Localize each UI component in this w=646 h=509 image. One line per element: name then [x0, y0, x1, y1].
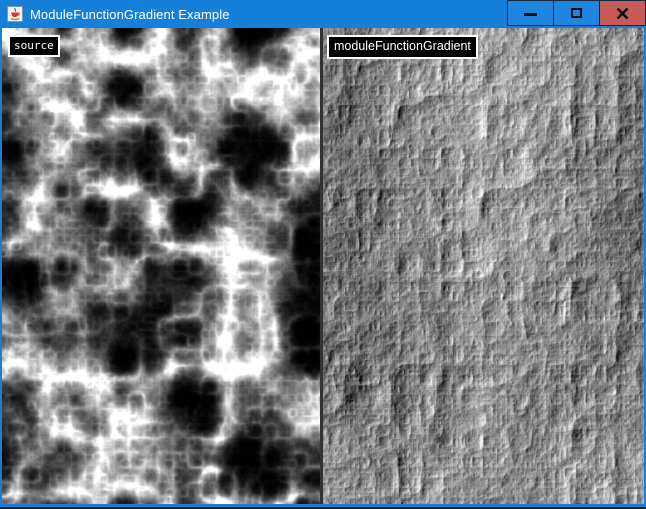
module-function-gradient-image [323, 28, 644, 504]
image-panels: source moduleFunctionGradient [0, 28, 646, 504]
gradient-image-label: moduleFunctionGradient [327, 35, 478, 59]
window-title: ModuleFunctionGradient Example [30, 7, 230, 22]
source-image [2, 28, 320, 504]
app-window: ModuleFunctionGradient Example source mo… [0, 0, 646, 509]
java-coffee-cup-icon[interactable] [7, 6, 23, 22]
gradient-panel: moduleFunctionGradient [323, 28, 644, 504]
minimize-icon [524, 13, 537, 16]
source-panel: source [2, 28, 320, 504]
close-icon [616, 7, 629, 20]
titlebar[interactable]: ModuleFunctionGradient Example [0, 0, 646, 28]
maximize-button[interactable] [553, 0, 600, 26]
window-controls [507, 0, 646, 26]
source-image-label: source [8, 35, 60, 57]
maximize-icon [571, 8, 582, 18]
close-button[interactable] [599, 0, 646, 26]
minimize-button[interactable] [507, 0, 554, 26]
